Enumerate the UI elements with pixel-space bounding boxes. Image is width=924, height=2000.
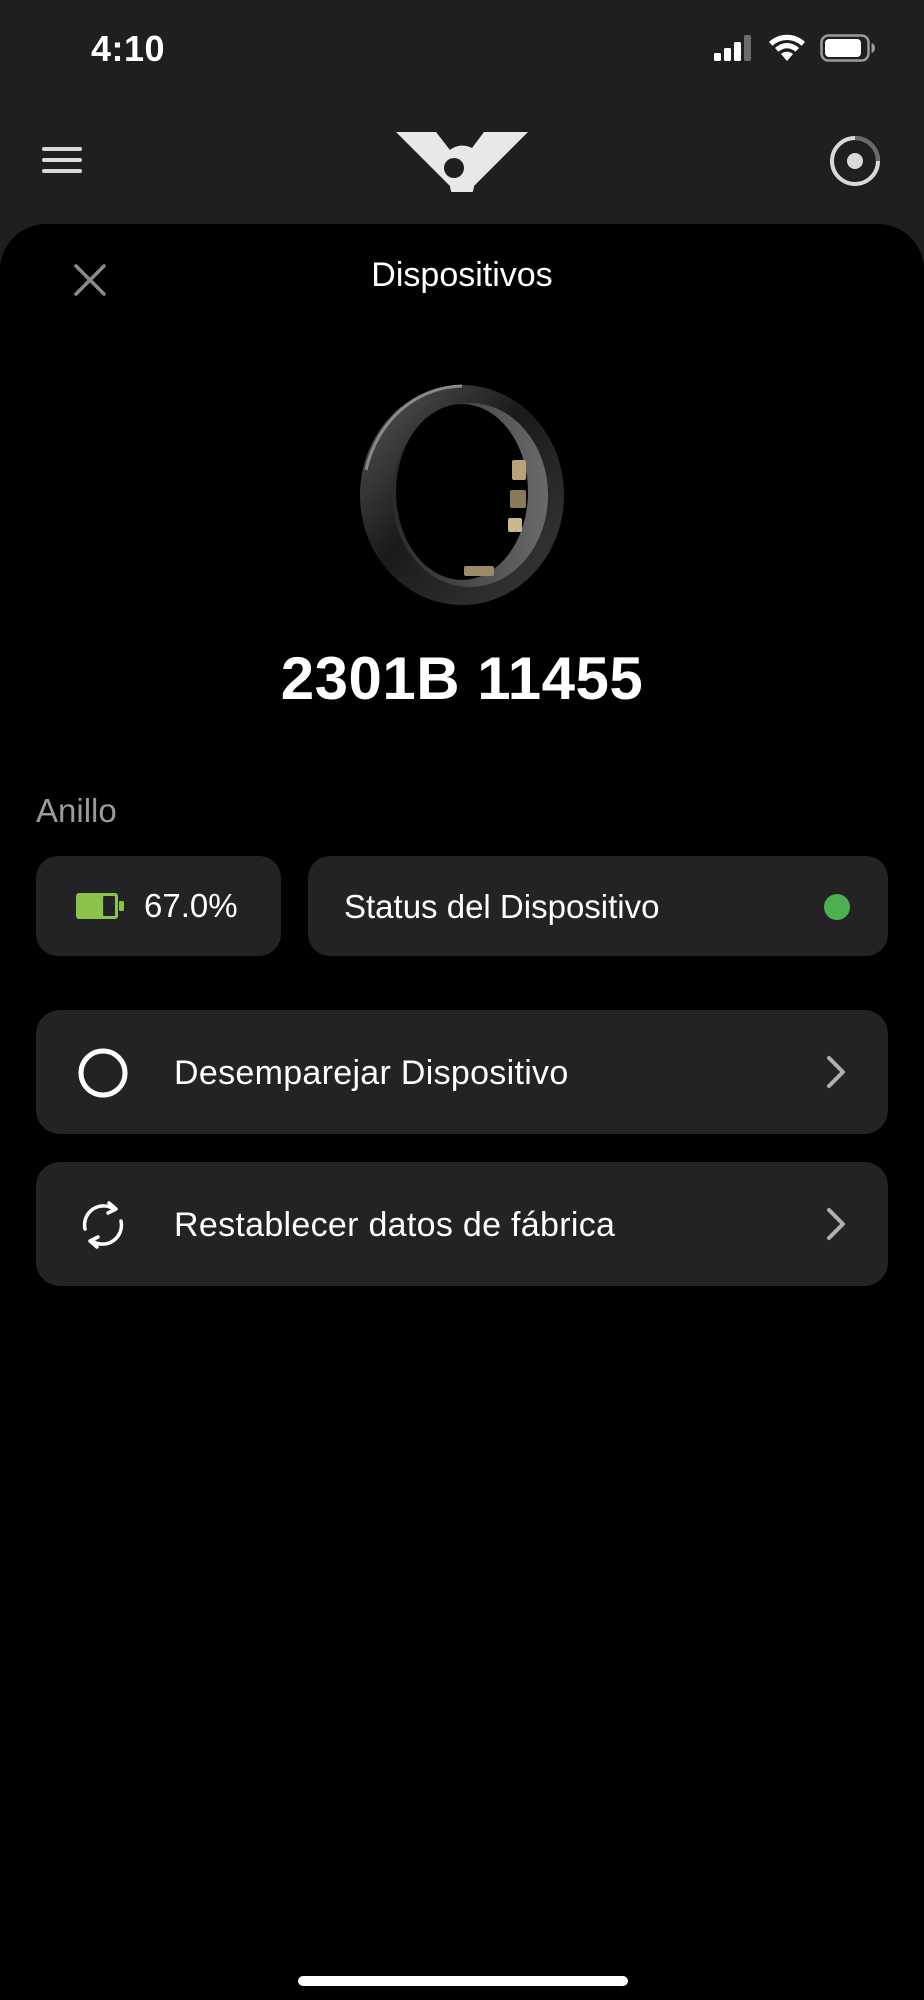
status-indicator-dot: [824, 894, 850, 920]
ring-icon[interactable]: [828, 134, 882, 188]
unpair-device-label: Desemparejar Dispositivo: [174, 1054, 569, 1092]
menu-icon[interactable]: [40, 138, 84, 182]
ring-device-image: [360, 384, 564, 605]
battery-icon: [820, 34, 875, 62]
cellular-signal-icon: [714, 35, 751, 61]
device-id: 2301B 11455: [280, 645, 644, 712]
unpair-device-button[interactable]: Desemparejar Dispositivo: [36, 1010, 888, 1134]
battery-level-icon: [76, 893, 124, 919]
app-header: [0, 100, 924, 224]
chevron-right-icon: [827, 1208, 845, 1240]
status-icons: [714, 34, 876, 62]
factory-reset-button[interactable]: Restablecer datos de fábrica: [36, 1162, 888, 1286]
circle-icon: [78, 1048, 128, 1098]
refresh-icon: [82, 1201, 124, 1249]
status-bar: 4:10: [0, 0, 924, 100]
battery-percentage: 67.0%: [144, 887, 238, 924]
device-status-label: Status del Dispositivo: [344, 888, 660, 925]
page-title: Dispositivos: [371, 256, 553, 294]
devices-sheet: Dispositivos 2301B 11455 Anillo 67.0% St…: [0, 224, 924, 2000]
battery-card: 67.0%: [36, 856, 281, 956]
wifi-icon: [769, 34, 805, 61]
device-status-card: Status del Dispositivo: [308, 856, 888, 956]
home-indicator[interactable]: [298, 1976, 628, 1986]
status-time: 4:10: [91, 28, 166, 69]
brand-logo: [396, 132, 528, 192]
chevron-right-icon: [827, 1056, 845, 1088]
factory-reset-label: Restablecer datos de fábrica: [174, 1206, 616, 1244]
section-label: Anillo: [36, 792, 117, 829]
